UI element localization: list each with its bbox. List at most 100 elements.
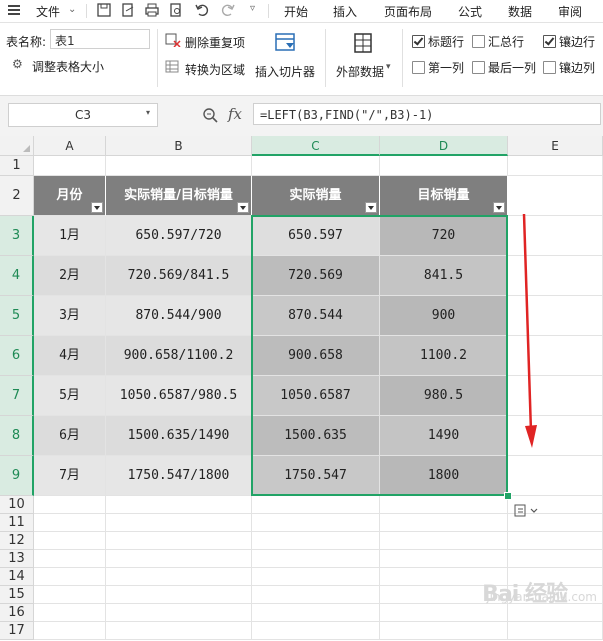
- tab-insert[interactable]: 插入: [333, 3, 357, 20]
- chevron-down-icon[interactable]: ⌄: [68, 4, 76, 15]
- table-cell[interactable]: 2月: [34, 256, 106, 296]
- table-cell[interactable]: 6月: [34, 416, 106, 456]
- row-header-8[interactable]: 8: [0, 416, 34, 456]
- row-header-10[interactable]: 10: [0, 496, 34, 514]
- banded-rows-checkbox[interactable]: [543, 35, 556, 48]
- cell-empty[interactable]: [106, 568, 252, 586]
- total-row-checkbox[interactable]: [472, 35, 485, 48]
- cell-empty[interactable]: [106, 586, 252, 604]
- export-icon[interactable]: [120, 2, 136, 18]
- insert-slicer-button[interactable]: 插入切片器: [255, 63, 315, 80]
- table-header-cell[interactable]: 月份: [34, 176, 106, 216]
- cell-empty[interactable]: [106, 514, 252, 532]
- cell-empty[interactable]: [508, 176, 603, 216]
- table-cell[interactable]: 3月: [34, 296, 106, 336]
- table-name-input[interactable]: 表1: [50, 29, 150, 49]
- table-cell[interactable]: 1500.635: [252, 416, 380, 456]
- undo-icon[interactable]: [194, 2, 210, 18]
- paste-options-icon[interactable]: [513, 503, 541, 519]
- banded-columns-checkbox[interactable]: [543, 61, 556, 74]
- table-cell[interactable]: 720.569: [252, 256, 380, 296]
- select-all-corner[interactable]: [0, 136, 34, 156]
- cell-empty[interactable]: [380, 514, 508, 532]
- table-cell[interactable]: 650.597: [252, 216, 380, 256]
- cell-empty[interactable]: [252, 532, 380, 550]
- table-cell[interactable]: 1050.6587/980.5: [106, 376, 252, 416]
- cell-empty[interactable]: [380, 532, 508, 550]
- formula-input[interactable]: =LEFT(B3,FIND("/",B3)-1): [253, 103, 601, 125]
- fill-handle[interactable]: [504, 492, 512, 500]
- filter-dropdown-icon[interactable]: [493, 202, 505, 213]
- table-cell[interactable]: 720.569/841.5: [106, 256, 252, 296]
- column-header-b[interactable]: B: [106, 136, 252, 156]
- print-preview-icon[interactable]: [168, 2, 184, 18]
- cell-empty[interactable]: [34, 496, 106, 514]
- row-header-11[interactable]: 11: [0, 514, 34, 532]
- zoom-search-icon[interactable]: [202, 107, 218, 123]
- cell-empty[interactable]: [34, 156, 106, 176]
- table-cell[interactable]: 1050.6587: [252, 376, 380, 416]
- table-cell[interactable]: 1500.635/1490: [106, 416, 252, 456]
- row-header-17[interactable]: 17: [0, 622, 34, 640]
- cell-empty[interactable]: [34, 604, 106, 622]
- filter-dropdown-icon[interactable]: [237, 202, 249, 213]
- cell-empty[interactable]: [252, 496, 380, 514]
- cell-empty[interactable]: [106, 532, 252, 550]
- cell-empty[interactable]: [34, 550, 106, 568]
- cell-empty[interactable]: [252, 514, 380, 532]
- hamburger-icon[interactable]: [8, 5, 20, 15]
- filter-dropdown-icon[interactable]: [91, 202, 103, 213]
- more-icon[interactable]: ▿: [250, 3, 255, 14]
- row-header-1[interactable]: 1: [0, 156, 34, 176]
- cell-empty[interactable]: [380, 496, 508, 514]
- table-cell[interactable]: 900: [380, 296, 508, 336]
- table-cell[interactable]: 650.597/720: [106, 216, 252, 256]
- table-cell[interactable]: 841.5: [380, 256, 508, 296]
- header-row-checkbox[interactable]: [412, 35, 425, 48]
- cell-empty[interactable]: [252, 550, 380, 568]
- row-header-9[interactable]: 9: [0, 456, 34, 496]
- print-icon[interactable]: [144, 2, 160, 18]
- cell-empty[interactable]: [252, 622, 380, 640]
- remove-duplicates-button[interactable]: 删除重复项: [185, 34, 245, 51]
- table-cell[interactable]: 1490: [380, 416, 508, 456]
- cell-empty[interactable]: [34, 568, 106, 586]
- table-header-cell[interactable]: 目标销量: [380, 176, 508, 216]
- tab-formulas[interactable]: 公式: [458, 3, 482, 20]
- cell-empty[interactable]: [252, 604, 380, 622]
- table-cell[interactable]: 5月: [34, 376, 106, 416]
- first-column-checkbox[interactable]: [412, 61, 425, 74]
- cell-empty[interactable]: [106, 496, 252, 514]
- table-cell[interactable]: 1100.2: [380, 336, 508, 376]
- cell-empty[interactable]: [380, 622, 508, 640]
- fx-icon[interactable]: fx: [228, 105, 242, 123]
- redo-icon[interactable]: [220, 2, 236, 18]
- cell-empty[interactable]: [508, 550, 603, 568]
- cell-empty[interactable]: [380, 156, 508, 176]
- table-cell[interactable]: 900.658/1100.2: [106, 336, 252, 376]
- caret-down-icon[interactable]: ▾: [386, 62, 391, 72]
- table-cell[interactable]: 870.544: [252, 296, 380, 336]
- table-cell[interactable]: 1750.547/1800: [106, 456, 252, 496]
- cell-empty[interactable]: [106, 156, 252, 176]
- cell-empty[interactable]: [106, 550, 252, 568]
- table-cell[interactable]: 1750.547: [252, 456, 380, 496]
- cell-empty[interactable]: [508, 456, 603, 496]
- row-header-15[interactable]: 15: [0, 586, 34, 604]
- cell-empty[interactable]: [508, 622, 603, 640]
- column-header-d[interactable]: D: [380, 136, 508, 156]
- table-header-cell[interactable]: 实际销量: [252, 176, 380, 216]
- cell-empty[interactable]: [34, 532, 106, 550]
- tab-data[interactable]: 数据: [508, 3, 532, 20]
- table-cell[interactable]: 720: [380, 216, 508, 256]
- row-header-12[interactable]: 12: [0, 532, 34, 550]
- row-header-2[interactable]: 2: [0, 176, 34, 216]
- name-box-dropdown-icon[interactable]: ▾: [146, 108, 150, 117]
- external-data-button[interactable]: 外部数据: [336, 63, 384, 80]
- name-box[interactable]: C3: [8, 103, 158, 127]
- row-header-16[interactable]: 16: [0, 604, 34, 622]
- row-header-3[interactable]: 3: [0, 216, 34, 256]
- table-cell[interactable]: 4月: [34, 336, 106, 376]
- column-header-c[interactable]: C: [252, 136, 380, 156]
- cell-empty[interactable]: [106, 604, 252, 622]
